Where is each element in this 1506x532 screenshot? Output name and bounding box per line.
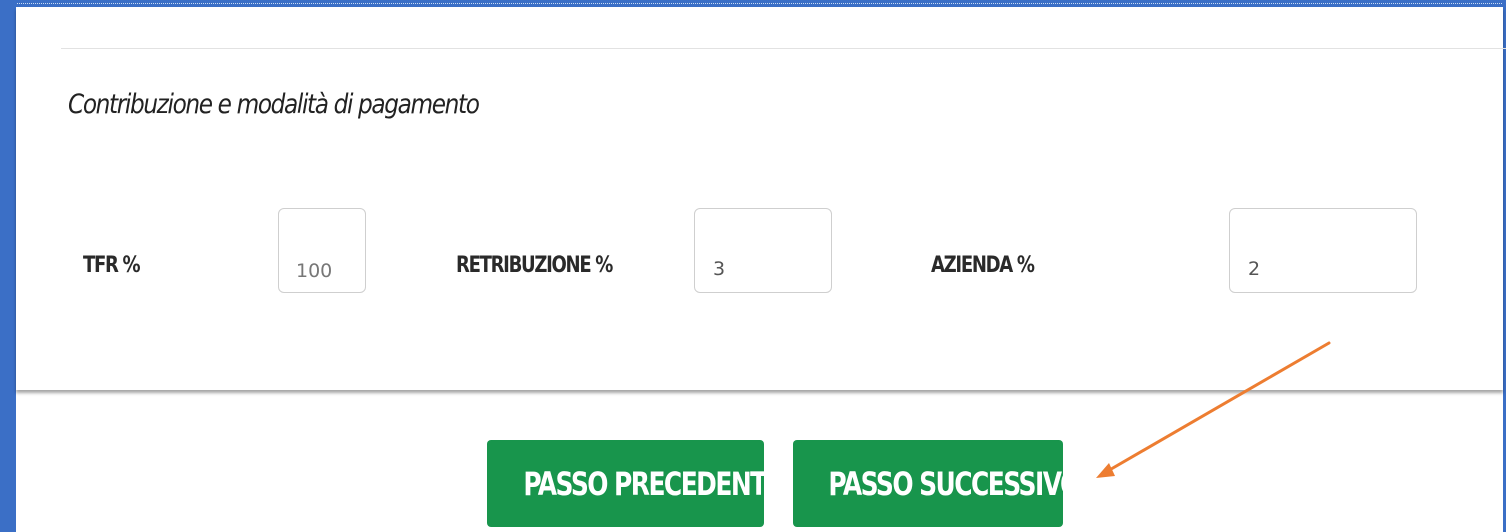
section-title: Contribuzione e modalità di pagamento bbox=[68, 89, 480, 120]
retribuzione-input[interactable] bbox=[694, 208, 832, 293]
tfr-label: TFR % bbox=[83, 253, 141, 278]
tfr-input[interactable] bbox=[278, 208, 366, 293]
previous-step-label: PASSO PRECEDENTE bbox=[523, 464, 764, 503]
contribution-card: Contribuzione e modalità di pagamento TF… bbox=[16, 7, 1506, 390]
next-step-label: PASSO SUCCESSIVO bbox=[828, 464, 1063, 503]
annotation-arrow-head bbox=[1096, 463, 1115, 478]
card-divider bbox=[61, 48, 1506, 49]
window-frame-left bbox=[0, 0, 16, 532]
next-step-button[interactable]: PASSO SUCCESSIVO bbox=[793, 440, 1063, 527]
azienda-label: AZIENDA % bbox=[931, 253, 1035, 278]
window-frame-top bbox=[0, 0, 1506, 7]
retribuzione-label: RETRIBUZIONE % bbox=[456, 253, 613, 278]
azienda-input[interactable] bbox=[1229, 208, 1417, 293]
previous-step-button[interactable]: PASSO PRECEDENTE bbox=[487, 440, 764, 527]
